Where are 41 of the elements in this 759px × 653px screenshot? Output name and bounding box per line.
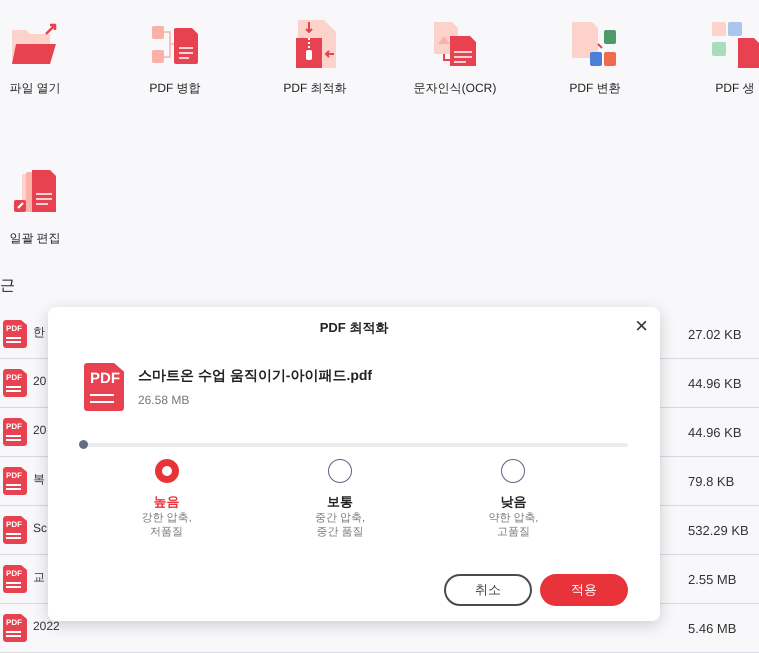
file-size: 5.46 MB <box>688 620 738 636</box>
dialog-title: PDF 최적화 <box>320 319 388 337</box>
pdf-file-icon: PDF <box>3 565 27 593</box>
file-size: 26.58 MB <box>138 393 190 407</box>
option-description: 중간 압축, 중간 품질 <box>314 511 366 539</box>
file-size: 79.8 KB <box>688 474 736 488</box>
option-description: 강한 압축, 저품질 <box>142 511 192 539</box>
radio-button[interactable] <box>154 459 179 483</box>
pdf-file-icon: PDF <box>3 614 27 642</box>
radio-button[interactable] <box>328 459 352 483</box>
file-name: 스마트온 수업 움직이기-아이패드.pdf <box>138 367 372 385</box>
tool-label[interactable]: PDF 생 <box>715 80 755 97</box>
file-name[interactable]: 2022 <box>33 619 688 633</box>
option-label: 높음 <box>154 493 180 511</box>
tool-label[interactable]: 파일 열기 <box>9 80 61 97</box>
pdf-file-icon: PDF <box>3 467 27 495</box>
tool-label[interactable]: 일괄 편집 <box>9 230 61 247</box>
tool-label[interactable]: PDF 변환 <box>569 80 621 97</box>
file-size: 2.55 MB <box>688 572 738 586</box>
apply-button[interactable]: 적용 <box>540 574 628 606</box>
pdf-file-icon: PDF <box>3 418 27 446</box>
tool-label[interactable]: PDF 병합 <box>149 80 201 97</box>
file-size: 44.96 KB <box>688 376 742 390</box>
pdf-file-icon: PDF <box>3 369 27 397</box>
file-size: 532.29 KB <box>688 522 750 538</box>
pdf-file-icon: PDF <box>3 516 27 544</box>
tool-label[interactable]: PDF 최적화 <box>283 80 347 97</box>
close-button[interactable]: × <box>631 315 652 337</box>
slider-thumb[interactable] <box>79 440 88 449</box>
pdf-file-icon: PDF <box>84 363 124 411</box>
radio-button[interactable] <box>501 459 526 483</box>
tool-label[interactable]: 문자인식(OCR) <box>414 80 496 97</box>
option-label: 낮음 <box>500 493 526 511</box>
section-title: 근 <box>0 276 16 296</box>
pdf-file-icon: PDF <box>3 320 27 348</box>
option-label: 보통 <box>326 493 353 511</box>
cancel-button[interactable]: 취소 <box>444 574 532 606</box>
file-size: 44.96 KB <box>688 424 742 440</box>
option-description: 약한 압축, 고품질 <box>488 511 538 539</box>
create-pdf-icon <box>710 20 759 68</box>
file-size: 27.02 KB <box>688 326 742 342</box>
